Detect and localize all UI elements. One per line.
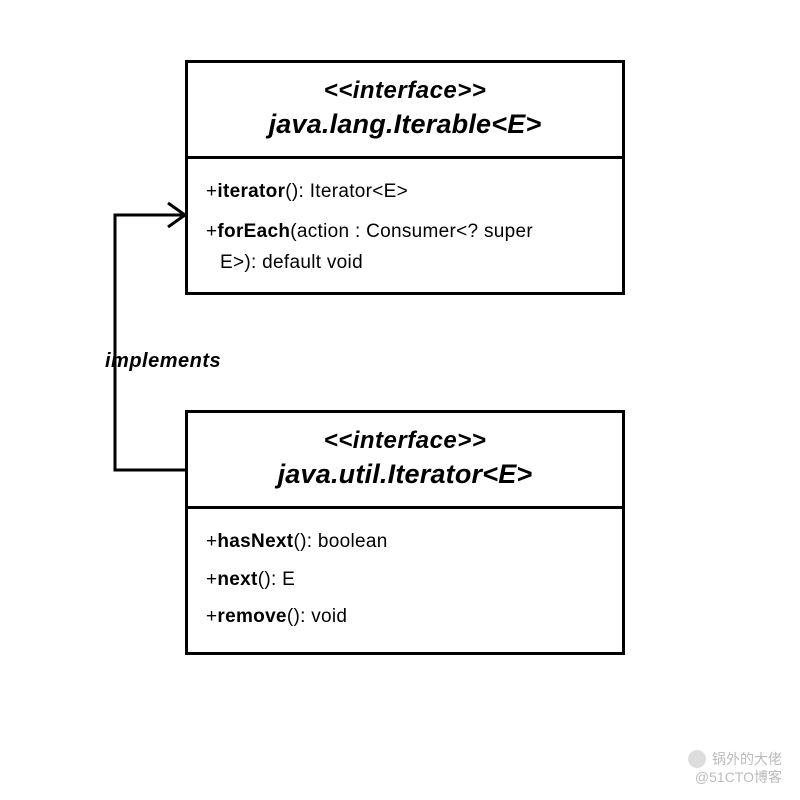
diagram-canvas: <<interface>> java.lang.Iterable<E> +ite… [0, 0, 800, 800]
m-prefix: + [206, 606, 217, 627]
uml-header-iterable: <<interface>> java.lang.Iterable<E> [188, 63, 622, 159]
m-name: iterator [217, 181, 285, 202]
method-next: +next(): E [206, 567, 604, 593]
uml-header-iterator: <<interface>> java.util.Iterator<E> [188, 413, 622, 509]
m-prefix: + [206, 181, 217, 202]
relationship-label: implements [105, 350, 221, 373]
watermark: 锅外的大佬 @51CTO博客 [688, 750, 782, 786]
m-name: remove [217, 606, 286, 627]
stereotype-iterator: <<interface>> [198, 427, 612, 455]
m-mid: (action : Consumer<? super [290, 221, 533, 242]
m-name: next [217, 569, 257, 590]
m-name: forEach [217, 221, 290, 242]
m-suffix: (): void [287, 606, 347, 627]
watermark-line2: @51CTO博客 [688, 768, 782, 786]
watermark-icon [688, 750, 706, 768]
watermark-top: 锅外的大佬 [688, 750, 782, 768]
method-hasnext: +hasNext(): boolean [206, 529, 604, 555]
m-suffix: (): boolean [293, 531, 387, 552]
classname-iterator: java.util.Iterator<E> [198, 459, 612, 490]
m-suffix: (): E [258, 569, 295, 590]
uml-body-iterator: +hasNext(): boolean +next(): E +remove()… [188, 509, 622, 652]
method-iterator: +iterator(): Iterator<E> [206, 179, 604, 205]
m-prefix: + [206, 569, 217, 590]
stereotype-iterable: <<interface>> [198, 77, 612, 105]
uml-class-iterator: <<interface>> java.util.Iterator<E> +has… [185, 410, 625, 655]
uml-class-iterable: <<interface>> java.lang.Iterable<E> +ite… [185, 60, 625, 295]
classname-iterable: java.lang.Iterable<E> [198, 109, 612, 140]
m-suffix: (): Iterator<E> [285, 181, 408, 202]
method-remove: +remove(): void [206, 604, 604, 630]
m-prefix: + [206, 221, 217, 242]
m-name: hasNext [217, 531, 293, 552]
uml-body-iterable: +iterator(): Iterator<E> +forEach(action… [188, 159, 622, 292]
watermark-line1: 锅外的大佬 [712, 750, 782, 768]
method-foreach-cont: E>): default void [220, 250, 604, 276]
m-prefix: + [206, 531, 217, 552]
method-foreach: +forEach(action : Consumer<? super [206, 219, 604, 245]
